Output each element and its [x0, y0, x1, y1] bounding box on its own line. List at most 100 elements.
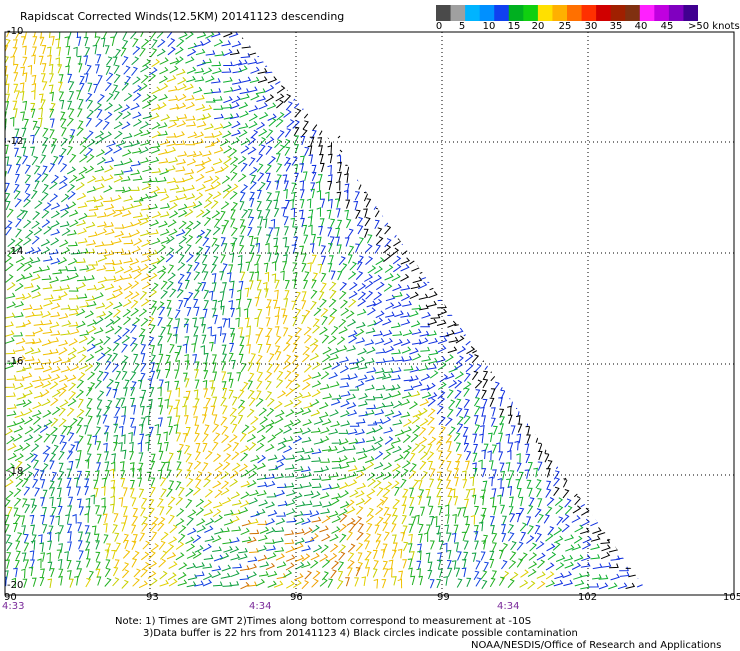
wind-barb — [400, 398, 411, 406]
wind-barb — [246, 344, 251, 354]
wind-barb — [400, 273, 410, 282]
wind-barb — [112, 577, 120, 587]
wind-barb — [349, 282, 358, 291]
wind-barb — [501, 524, 506, 534]
wind-barb — [68, 309, 79, 316]
wind-barb — [516, 541, 524, 551]
wind-barb — [482, 480, 488, 491]
wind-barb — [599, 461, 608, 471]
wind-barb — [313, 110, 319, 121]
wind-barb — [55, 515, 61, 526]
wind-barb — [321, 533, 331, 542]
wind-barb — [78, 212, 88, 221]
wind-barb — [617, 582, 628, 590]
wind-barb — [66, 407, 75, 417]
wind-barb — [177, 193, 187, 200]
wind-barb — [589, 379, 595, 389]
wind-barb — [40, 568, 45, 578]
wind-barb — [202, 462, 209, 472]
wind-barb — [79, 136, 88, 146]
wind-barb — [256, 57, 266, 65]
wind-barb — [123, 195, 133, 202]
wind-barb — [375, 191, 383, 202]
wind-barb — [400, 319, 411, 326]
wind-barb — [463, 184, 473, 193]
wind-barb — [283, 298, 289, 308]
wind-barb — [203, 271, 209, 281]
wind-barb — [562, 478, 569, 488]
wind-barb — [227, 272, 232, 282]
wind-barb — [28, 566, 34, 577]
wind-barb — [265, 242, 270, 253]
wind-barb — [267, 570, 278, 578]
wind-barb — [166, 75, 177, 83]
wind-barb — [388, 567, 393, 578]
wind-barb — [484, 320, 494, 328]
wind-barb — [6, 403, 17, 410]
wind-barb — [240, 225, 247, 235]
wind-barb — [622, 299, 628, 310]
wind-barb — [274, 345, 281, 355]
wind-barb — [131, 147, 142, 154]
wind-barb — [606, 442, 614, 452]
wind-barb — [481, 234, 492, 239]
wind-barb — [79, 265, 90, 271]
wind-barb — [321, 559, 331, 568]
wind-barb — [475, 228, 486, 235]
wind-barb — [203, 478, 211, 488]
wind-barb — [635, 33, 646, 39]
wind-barb — [616, 297, 622, 307]
wind-barb — [97, 221, 107, 228]
wind-barb — [527, 272, 536, 281]
wind-barb — [420, 183, 429, 193]
wind-barb — [392, 463, 401, 472]
wind-barb — [295, 561, 305, 570]
wind-barb — [23, 382, 34, 390]
wind-barb — [265, 317, 271, 327]
wind-barb — [299, 199, 305, 209]
wind-barb — [516, 558, 524, 568]
wind-barb — [421, 311, 431, 319]
wind-barb — [392, 108, 398, 118]
wind-barb — [23, 389, 33, 397]
wind-barb — [285, 562, 295, 571]
wind-barb — [636, 264, 642, 274]
wind-barb — [637, 571, 647, 579]
wind-barb — [382, 488, 391, 498]
wind-barb — [131, 342, 138, 352]
wind-barb — [205, 450, 213, 460]
wind-barb — [239, 191, 246, 202]
wind-barb — [68, 294, 79, 300]
wind-barb — [634, 119, 643, 129]
wind-barb — [355, 111, 361, 121]
wind-barb — [339, 356, 350, 363]
wind-barb — [203, 289, 210, 300]
wind-barb — [30, 134, 35, 145]
wind-barb — [536, 248, 546, 256]
wind-barb — [86, 196, 97, 202]
wind-barb — [230, 537, 240, 544]
wind-barb — [508, 284, 518, 293]
wind-barb — [564, 41, 575, 49]
wind-barb — [474, 276, 485, 282]
wind-barb — [327, 164, 332, 175]
wind-barb — [320, 508, 331, 515]
wind-barb — [536, 183, 546, 191]
wind-barb — [271, 261, 277, 271]
wind-barb — [82, 32, 88, 38]
wind-barb — [500, 372, 506, 382]
wind-barb — [312, 100, 318, 110]
wind-barb — [562, 236, 572, 246]
wind-barb — [579, 426, 585, 436]
wind-barb — [488, 476, 494, 487]
wind-barb — [357, 283, 367, 292]
wind-barb — [427, 364, 437, 370]
wind-barb — [616, 528, 626, 534]
wind-barb — [86, 109, 94, 119]
wind-barb — [545, 580, 556, 588]
wind-barb — [597, 371, 603, 382]
wind-barb — [148, 336, 155, 346]
wind-barb — [88, 231, 98, 238]
wind-barb — [329, 307, 338, 317]
wind-barb — [508, 136, 518, 145]
